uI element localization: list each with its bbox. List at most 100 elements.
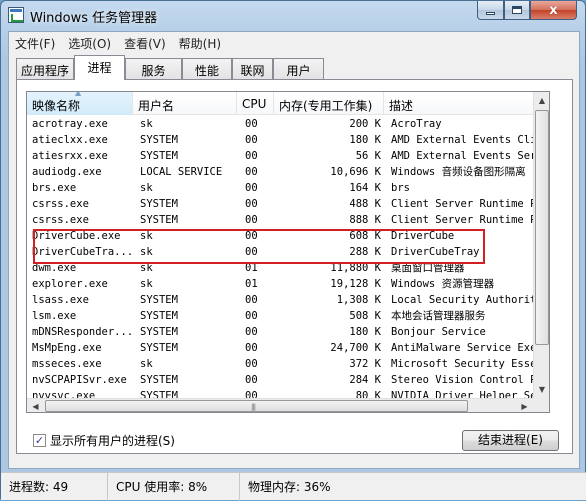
vertical-scroll-thumb[interactable] xyxy=(535,110,549,345)
menu-help[interactable]: 帮助(H) xyxy=(173,32,228,54)
memory-cell: 180 K xyxy=(349,134,381,146)
memory-cell: 284 K xyxy=(349,374,381,386)
user-name-cell: sk xyxy=(140,278,153,290)
status-process-count: 进程数: 49 xyxy=(1,473,108,501)
table-row[interactable]: atieclxx.exe SYSTEM 00 180 K AMD External Ev… xyxy=(27,132,533,148)
process-name-cell: msseces.exe xyxy=(32,358,102,370)
status-bar: 进程数: 49 CPU 使用率: 8% 物理内存: 36% xyxy=(1,472,586,501)
user-name-cell: sk xyxy=(140,358,153,370)
task-manager-window: Windows 任务管理器 x 文件(F) 选项(O) 查看(V) 帮助(H) … xyxy=(0,0,586,501)
description-cell: Bonjour Service xyxy=(391,326,486,338)
table-row[interactable]: atiesrxx.exe SYSTEM 00 56 K AMD External Eve… xyxy=(27,148,533,164)
cpu-cell: 00 xyxy=(245,294,258,306)
status-cpu-usage: CPU 使用率: 8% xyxy=(108,473,240,501)
table-row[interactable]: MsMpEng.exe SYSTEM 00 24,700 K AntiMalware S… xyxy=(27,340,533,356)
window-title: Windows 任务管理器 xyxy=(30,11,158,26)
table-row[interactable]: lsm.exe SYSTEM 00 508 K 本地会话管理器服务 xyxy=(27,308,533,324)
status-memory: 物理内存: 36% xyxy=(248,480,331,494)
description-cell: 桌面窗口管理器 xyxy=(391,262,465,274)
process-list[interactable]: ▲ 映像名称 用户名 CPU 内存(专用工作集) 描述 acrotray.exe… xyxy=(26,91,550,413)
process-name-cell: audiodg.exe xyxy=(32,166,102,178)
scroll-down-icon[interactable]: ▼ xyxy=(534,381,549,398)
sort-ascending-icon: ▲ xyxy=(75,92,82,97)
column-user-name[interactable]: 用户名 xyxy=(133,92,237,115)
user-name-cell: SYSTEM xyxy=(140,294,178,306)
horizontal-scroll-thumb[interactable]: ||| xyxy=(45,400,468,412)
show-all-users-option[interactable]: ✓ 显示所有用户的进程(S) xyxy=(33,432,175,449)
description-cell: Client Server Runtime Pr xyxy=(391,198,533,210)
table-row[interactable]: brs.exe sk 00 164 K brs xyxy=(27,180,533,196)
table-row[interactable]: acrotray.exe sk 00 200 K AcroTray xyxy=(27,116,533,132)
tab-services[interactable]: 服务 xyxy=(125,58,182,79)
list-header: ▲ 映像名称 用户名 CPU 内存(专用工作集) 描述 xyxy=(27,92,533,115)
table-row[interactable]: csrss.exe SYSTEM 00 488 K Client Server Runt… xyxy=(27,196,533,212)
column-description[interactable]: 描述 xyxy=(384,92,533,115)
memory-cell: 19,128 K xyxy=(330,278,381,290)
menu-file[interactable]: 文件(F) xyxy=(9,32,62,54)
memory-cell: 56 K xyxy=(355,150,381,162)
task-manager-icon xyxy=(8,7,24,23)
scroll-corner xyxy=(533,398,549,412)
cpu-cell: 00 xyxy=(245,150,258,162)
cpu-cell: 00 xyxy=(245,166,258,178)
column-memory[interactable]: 内存(专用工作集) xyxy=(274,92,384,115)
process-name-cell: nvvsvc.exe xyxy=(32,390,96,398)
table-row[interactable]: nvvsvc.exe SYSTEM 00 80 K NVIDIA Driver Help… xyxy=(27,388,533,398)
end-process-button[interactable]: 结束进程(E) xyxy=(462,430,559,451)
process-name-cell: dwm.exe xyxy=(32,262,77,274)
close-icon: x xyxy=(549,2,558,18)
table-row[interactable]: audiodg.exe LOCAL SERVICE 00 10,696 K Window… xyxy=(27,164,533,180)
table-row[interactable]: dwm.exe sk 01 11,880 K 桌面窗口管理器 xyxy=(27,260,533,276)
user-name-cell: SYSTEM xyxy=(140,214,178,226)
table-row[interactable]: mDNSResponder... SYSTEM 00 180 K Bonjour Ser… xyxy=(27,324,533,340)
cpu-cell: 00 xyxy=(245,118,258,130)
tab-performance[interactable]: 性能 xyxy=(182,58,232,79)
vertical-scrollbar[interactable]: ▲ ▼ xyxy=(533,92,549,398)
process-name-cell: lsass.exe xyxy=(32,294,89,306)
menu-options[interactable]: 选项(O) xyxy=(62,32,118,54)
column-image-name[interactable]: ▲ 映像名称 xyxy=(27,92,133,115)
cpu-cell: 00 xyxy=(245,374,258,386)
tab-networking[interactable]: 联网 xyxy=(232,58,273,79)
cpu-cell: 00 xyxy=(245,214,258,226)
show-all-users-label: 显示所有用户的进程(S) xyxy=(50,434,175,448)
cpu-cell: 00 xyxy=(245,246,258,258)
description-cell: Client Server Runtime Pr xyxy=(391,214,533,226)
table-row[interactable]: explorer.exe sk 01 19,128 K Windows 资源管理器 xyxy=(27,276,533,292)
memory-cell: 608 K xyxy=(349,230,381,242)
process-name-cell: csrss.exe xyxy=(32,214,89,226)
table-row[interactable]: DriverCubeTra... sk 00 288 K DriverCubeTray xyxy=(27,244,533,260)
description-cell: AMD External Events Clie xyxy=(391,134,533,146)
close-button[interactable]: x xyxy=(530,1,577,20)
title-bar[interactable]: Windows 任务管理器 x xyxy=(1,1,585,31)
tab-processes[interactable]: 进程 xyxy=(74,55,125,80)
column-cpu[interactable]: CPU xyxy=(237,92,274,115)
minimize-button[interactable] xyxy=(477,1,504,20)
tab-users[interactable]: 用户 xyxy=(273,58,324,79)
process-name-cell: nvSCPAPISvr.exe xyxy=(32,374,127,386)
memory-cell: 488 K xyxy=(349,198,381,210)
user-name-cell: sk xyxy=(140,262,153,274)
process-name-cell: brs.exe xyxy=(32,182,77,194)
table-row[interactable]: msseces.exe sk 00 372 K Microsoft Security E… xyxy=(27,356,533,372)
tab-applications[interactable]: 应用程序 xyxy=(16,58,74,79)
table-row[interactable]: nvSCPAPISvr.exe SYSTEM 00 284 K Stereo Visio… xyxy=(27,372,533,388)
show-all-users-checkbox[interactable]: ✓ xyxy=(33,434,46,447)
maximize-button[interactable] xyxy=(504,1,530,20)
scroll-right-icon[interactable]: ▶ xyxy=(516,399,533,412)
table-row[interactable]: lsass.exe SYSTEM 00 1,308 K Local Security A… xyxy=(27,292,533,308)
horizontal-scrollbar[interactable]: ◀ ||| ▶ xyxy=(27,398,533,412)
table-row[interactable]: csrss.exe SYSTEM 00 888 K Client Server Runt… xyxy=(27,212,533,228)
process-name-cell: mDNSResponder... xyxy=(32,326,132,338)
process-name-cell: DriverCubeTra... xyxy=(32,246,132,258)
menu-view[interactable]: 查看(V) xyxy=(118,32,173,54)
description-cell: Local Security Authority xyxy=(391,294,533,306)
scroll-up-icon[interactable]: ▲ xyxy=(534,92,549,109)
scroll-left-icon[interactable]: ◀ xyxy=(27,399,44,412)
memory-cell: 888 K xyxy=(349,214,381,226)
table-row[interactable]: DriverCube.exe sk 00 608 K DriverCube xyxy=(27,228,533,244)
user-name-cell: SYSTEM xyxy=(140,374,178,386)
user-name-cell: sk xyxy=(140,246,153,258)
cpu-cell: 00 xyxy=(245,182,258,194)
cpu-cell: 00 xyxy=(245,198,258,210)
